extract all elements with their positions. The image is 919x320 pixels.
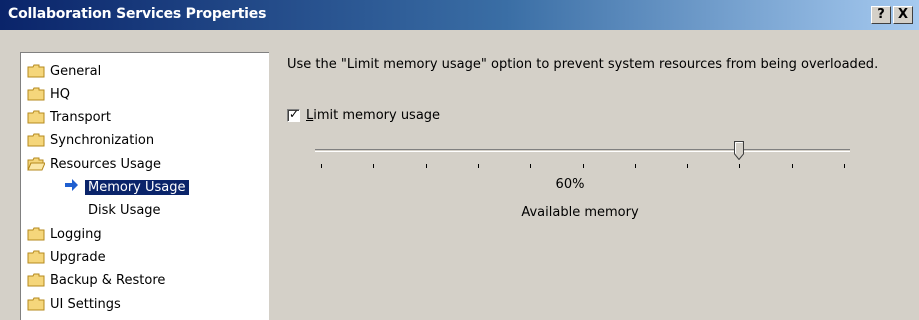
slider-tick xyxy=(792,164,793,168)
tree-item-label: Backup & Restore xyxy=(50,272,166,288)
slider-tick xyxy=(321,164,322,168)
limit-memory-checkbox-row[interactable]: ✓ Limit memory usage xyxy=(287,107,440,123)
folder-icon xyxy=(27,87,45,101)
tree-item-resources-usage[interactable]: Resources Usage xyxy=(27,153,161,175)
tree-item-label: Upgrade xyxy=(50,249,106,265)
tree-item-synchronization[interactable]: Synchronization xyxy=(27,129,154,151)
description-text: Use the "Limit memory usage" option to p… xyxy=(287,57,879,72)
tree-item-label: Synchronization xyxy=(50,132,155,148)
tree-item-label: Logging xyxy=(50,226,102,242)
open-folder-icon xyxy=(27,157,45,171)
slider-tick xyxy=(687,164,688,168)
tree-item-label: General xyxy=(50,63,102,79)
settings-tree[interactable]: General HQ Transport Synchronization Res… xyxy=(20,52,269,320)
tree-item-label: HQ xyxy=(50,86,71,102)
slider-tick xyxy=(739,164,740,168)
limit-memory-label[interactable]: Limit memory usage xyxy=(306,108,440,123)
slider-value: 60% xyxy=(555,177,585,192)
tree-item-logging[interactable]: Logging xyxy=(27,223,102,245)
properties-dialog: Collaboration Services Properties ? X Ge… xyxy=(0,0,919,320)
slider-tick xyxy=(844,164,845,168)
tree-item-transport[interactable]: Transport xyxy=(27,106,111,128)
limit-memory-checkbox[interactable]: ✓ xyxy=(287,107,300,122)
memory-usage-panel: Use the "Limit memory usage" option to p… xyxy=(287,56,907,74)
slider-tick xyxy=(583,164,584,168)
slider-tick xyxy=(635,164,636,168)
folder-icon xyxy=(27,227,45,241)
slider-thumb[interactable] xyxy=(734,141,744,160)
tree-item-label: UI Settings xyxy=(50,296,121,312)
folder-icon xyxy=(27,273,45,287)
checkmark-icon: ✓ xyxy=(289,107,300,121)
close-button[interactable]: X xyxy=(893,6,913,24)
tree-item-label: Memory Usage xyxy=(84,178,190,196)
checkbox-label-rest: imit memory usage xyxy=(313,108,441,123)
tree-item-label: Disk Usage xyxy=(88,202,161,218)
tree-item-hq[interactable]: HQ xyxy=(27,83,70,105)
folder-icon xyxy=(27,110,45,124)
tree-item-backup-restore[interactable]: Backup & Restore xyxy=(27,269,165,291)
tree-item-disk-usage[interactable]: Disk Usage xyxy=(88,199,161,221)
tree-item-label: Resources Usage xyxy=(50,156,162,172)
folder-icon xyxy=(27,250,45,264)
tree-item-ui-settings[interactable]: UI Settings xyxy=(27,293,121,315)
tree-item-general[interactable]: General xyxy=(27,60,101,82)
slider-track[interactable] xyxy=(315,149,850,152)
help-button[interactable]: ? xyxy=(871,6,891,24)
tree-item-label: Transport xyxy=(50,109,112,125)
slider-tick xyxy=(530,164,531,168)
slider-tick xyxy=(373,164,374,168)
window-title: Collaboration Services Properties xyxy=(8,6,267,22)
folder-icon xyxy=(27,133,45,147)
tree-item-upgrade[interactable]: Upgrade xyxy=(27,246,106,268)
slider-tick xyxy=(478,164,479,168)
title-bar[interactable]: Collaboration Services Properties ? X xyxy=(0,0,919,30)
memory-slider[interactable] xyxy=(315,140,850,180)
tree-item-memory-usage[interactable]: Memory Usage xyxy=(65,176,190,198)
slider-caption: Available memory xyxy=(521,205,639,220)
folder-icon xyxy=(27,297,45,311)
slider-tick xyxy=(426,164,427,168)
folder-icon xyxy=(27,64,45,78)
arrow-icon xyxy=(65,179,81,195)
